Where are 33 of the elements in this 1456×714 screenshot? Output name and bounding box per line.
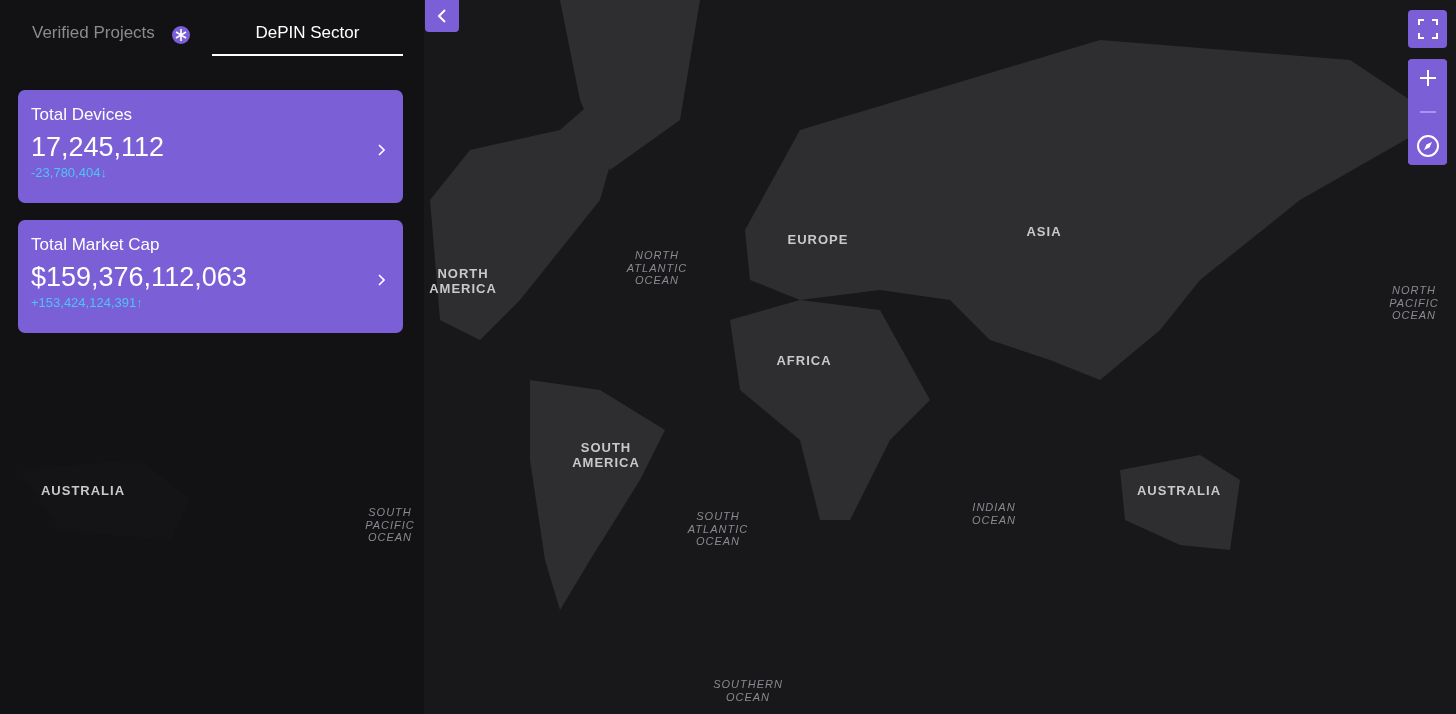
map-label: AFRICA (776, 353, 832, 369)
fullscreen-icon (1417, 19, 1438, 39)
map-label: SOUTH ATLANTIC OCEAN (687, 510, 749, 548)
collapse-button[interactable] (425, 0, 459, 32)
map-label: SOUTH PACIFIC OCEAN (365, 506, 415, 544)
map-label: INDIAN OCEAN (971, 501, 1017, 527)
chevron-right-icon (377, 274, 385, 286)
map-label: NORTH AMERICA (429, 267, 497, 297)
fullscreen-button[interactable] (1408, 10, 1447, 48)
card-title: Total Devices (31, 105, 134, 125)
map-label: AUSTRALIA (1136, 483, 1222, 499)
card-value: $159,376,112,063 (31, 262, 247, 293)
tab[interactable]: Verified Projects (32, 14, 155, 56)
stat-card[interactable]: Total Devices 17,245,112 -23,780,404↓ (18, 90, 403, 203)
card-title: Total Market Cap (31, 235, 161, 255)
map-label: AUSTRALIA (40, 483, 126, 499)
card-change: +153,424,124,391↑ (31, 295, 144, 310)
map-label: SOUTHERN OCEAN (713, 678, 783, 704)
map-label: NORTH ATLANTIC OCEAN (626, 249, 688, 287)
card-change: -23,780,404↓ (31, 165, 108, 180)
snowflake-icon (171, 26, 190, 44)
tab[interactable]: DePIN Sector (211, 14, 403, 56)
map-label: ASIA (1026, 224, 1062, 240)
stat-card[interactable]: Total Market Cap $159,376,112,063 +153,424,124,391↑ (18, 220, 403, 333)
map-label: SOUTH AMERICA (572, 441, 640, 471)
map-label: EUROPE (787, 232, 849, 248)
card-value: 17,245,112 (31, 132, 165, 163)
chevron-left-icon (435, 8, 449, 24)
compass-icon (1415, 134, 1440, 158)
minus-icon (1418, 110, 1437, 114)
map-label: NORTH PACIFIC OCEAN (1389, 284, 1439, 322)
chevron-right-icon (377, 144, 385, 156)
plus-icon (1418, 69, 1437, 87)
